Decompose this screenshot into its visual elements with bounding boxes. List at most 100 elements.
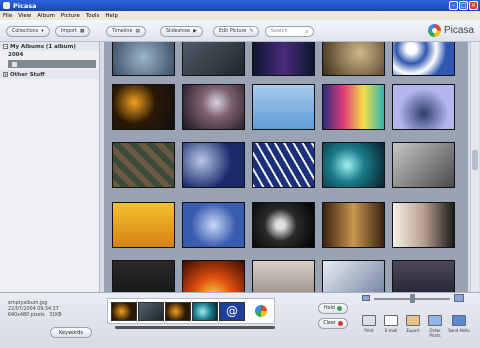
order-prints-label: Order Prints bbox=[429, 328, 441, 338]
search-placeholder: Search bbox=[271, 29, 288, 34]
toolbar: Collections ▾ Import ▦ Timeline ▤ Slides… bbox=[0, 20, 480, 42]
photo-thumbnail[interactable] bbox=[322, 142, 385, 188]
slideshow-button[interactable]: Slideshow ▶ bbox=[160, 26, 203, 37]
expand-icon[interactable]: + bbox=[3, 72, 8, 77]
vertical-scrollbar[interactable] bbox=[470, 42, 479, 292]
photo-thumbnail[interactable] bbox=[322, 260, 385, 292]
maximize-button[interactable]: □ bbox=[459, 1, 468, 10]
export-button[interactable]: Export bbox=[402, 315, 424, 333]
picasa-logo-icon bbox=[427, 24, 441, 37]
menu-picture[interactable]: Picture bbox=[61, 13, 80, 19]
album-item-selected[interactable] bbox=[8, 60, 96, 68]
hold-label: Hold bbox=[324, 306, 335, 311]
other-stuff-header[interactable]: + Other Stuff bbox=[0, 70, 99, 79]
photo-thumbnail[interactable] bbox=[182, 202, 245, 248]
import-icon: ▦ bbox=[79, 29, 85, 34]
other-stuff-label: Other Stuff bbox=[10, 71, 45, 78]
picasa-logo-thumbnail[interactable] bbox=[248, 302, 274, 321]
menu-tools[interactable]: Tools bbox=[86, 13, 100, 19]
album-thumb-icon bbox=[12, 61, 17, 67]
clear-button[interactable]: Clear bbox=[318, 318, 348, 329]
menu-help[interactable]: Help bbox=[105, 13, 118, 19]
menu-view[interactable]: View bbox=[18, 13, 31, 19]
photo-thumbnail[interactable] bbox=[322, 202, 385, 248]
menu-bar: File View Album Picture Tools Help bbox=[0, 11, 480, 20]
order-prints-button[interactable]: Order Prints bbox=[424, 315, 446, 338]
photo-thumbnail[interactable] bbox=[252, 202, 315, 248]
photo-tray: @ bbox=[107, 298, 275, 324]
keywords-label: Keywords bbox=[59, 329, 83, 336]
collapse-icon[interactable]: − bbox=[3, 44, 8, 49]
email-button[interactable]: E-mail bbox=[380, 315, 402, 333]
photo-thumbnail[interactable] bbox=[112, 84, 175, 130]
play-icon: ▶ bbox=[193, 29, 197, 34]
order-prints-icon bbox=[428, 315, 442, 326]
year-label: 2004 bbox=[8, 52, 24, 58]
import-label: Import bbox=[61, 29, 77, 34]
photo-info: emptyalbum.jpg 22/07/2004 09:34:37 640x4… bbox=[8, 301, 62, 319]
hold-button[interactable]: Hold bbox=[318, 303, 348, 314]
picasa-app-icon bbox=[3, 2, 10, 9]
export-icon bbox=[406, 315, 420, 326]
photo-thumbnail[interactable] bbox=[112, 202, 175, 248]
photo-thumbnail[interactable] bbox=[252, 42, 315, 76]
photo-thumbnail[interactable] bbox=[392, 42, 455, 76]
tray-thumbnail[interactable] bbox=[165, 302, 191, 321]
photo-thumbnail[interactable] bbox=[182, 142, 245, 188]
window-title: Picasa bbox=[13, 1, 37, 10]
send-hello-button[interactable]: Send Hello bbox=[448, 315, 470, 333]
photo-thumbnail[interactable] bbox=[322, 42, 385, 76]
tray-thumbnail[interactable] bbox=[111, 302, 137, 321]
photo-thumbnail[interactable] bbox=[112, 142, 175, 188]
photo-thumbnail[interactable] bbox=[322, 84, 385, 130]
keywords-button[interactable]: Keywords bbox=[50, 327, 92, 338]
title-bar: Picasa – □ × bbox=[0, 0, 480, 11]
photo-thumbnail[interactable] bbox=[252, 84, 315, 130]
print-button[interactable]: Print bbox=[358, 315, 380, 333]
photo-dimensions: 640x480 pixels 31KB bbox=[8, 313, 62, 319]
print-label: Print bbox=[364, 328, 374, 333]
hello-icon bbox=[452, 315, 466, 326]
timeline-icon: ▤ bbox=[135, 29, 140, 34]
small-thumbnail-size-icon bbox=[362, 295, 370, 301]
photo-thumbnail[interactable] bbox=[182, 260, 245, 292]
search-icon: ⌕ bbox=[305, 29, 308, 35]
photo-thumbnail[interactable] bbox=[112, 42, 175, 76]
my-albums-header[interactable]: − My Albums (1 album) bbox=[0, 42, 99, 51]
photo-thumbnail[interactable] bbox=[182, 42, 245, 76]
search-input[interactable]: Search ⌕ bbox=[265, 26, 314, 37]
minimize-button[interactable]: – bbox=[449, 1, 458, 10]
edit-picture-label: Edit Picture bbox=[219, 29, 247, 34]
tray-thumbnail[interactable] bbox=[192, 302, 218, 321]
sidebar: − My Albums (1 album) 2004 + Other Stuff bbox=[0, 42, 100, 292]
email-label: E-mail bbox=[384, 328, 398, 333]
photo-thumbnail[interactable] bbox=[252, 142, 315, 188]
photo-thumbnail[interactable] bbox=[392, 202, 455, 248]
hold-icon bbox=[336, 306, 342, 311]
pencil-icon: ✎ bbox=[249, 29, 254, 34]
menu-file[interactable]: File bbox=[3, 13, 12, 19]
slider-thumb[interactable] bbox=[410, 294, 415, 303]
chevron-down-icon: ▾ bbox=[41, 29, 44, 34]
close-button[interactable]: × bbox=[469, 1, 478, 10]
collections-label: Collections bbox=[12, 29, 39, 34]
at-sign-icon[interactable]: @ bbox=[219, 302, 245, 321]
printer-icon bbox=[362, 315, 376, 326]
my-albums-label: My Albums (1 album) bbox=[10, 43, 76, 50]
timeline-button[interactable]: Timeline ▤ bbox=[106, 26, 146, 37]
import-button[interactable]: Import ▦ bbox=[55, 26, 91, 37]
photo-thumbnail[interactable] bbox=[392, 142, 455, 188]
tray-scrollbar[interactable] bbox=[115, 326, 275, 329]
tray-thumbnail[interactable] bbox=[138, 302, 164, 321]
photo-thumbnail[interactable] bbox=[112, 260, 175, 292]
edit-picture-button[interactable]: Edit Picture ✎ bbox=[213, 26, 260, 37]
export-label: Export bbox=[406, 328, 420, 333]
photo-thumbnail[interactable] bbox=[392, 260, 455, 292]
scrollbar-thumb[interactable] bbox=[472, 150, 478, 170]
photo-thumbnail[interactable] bbox=[182, 84, 245, 130]
photo-thumbnail[interactable] bbox=[392, 84, 455, 130]
photo-thumbnail[interactable] bbox=[252, 260, 315, 292]
menu-album[interactable]: Album bbox=[37, 13, 55, 19]
collections-button[interactable]: Collections ▾ bbox=[6, 26, 50, 37]
thumbnail-grid bbox=[104, 42, 468, 292]
